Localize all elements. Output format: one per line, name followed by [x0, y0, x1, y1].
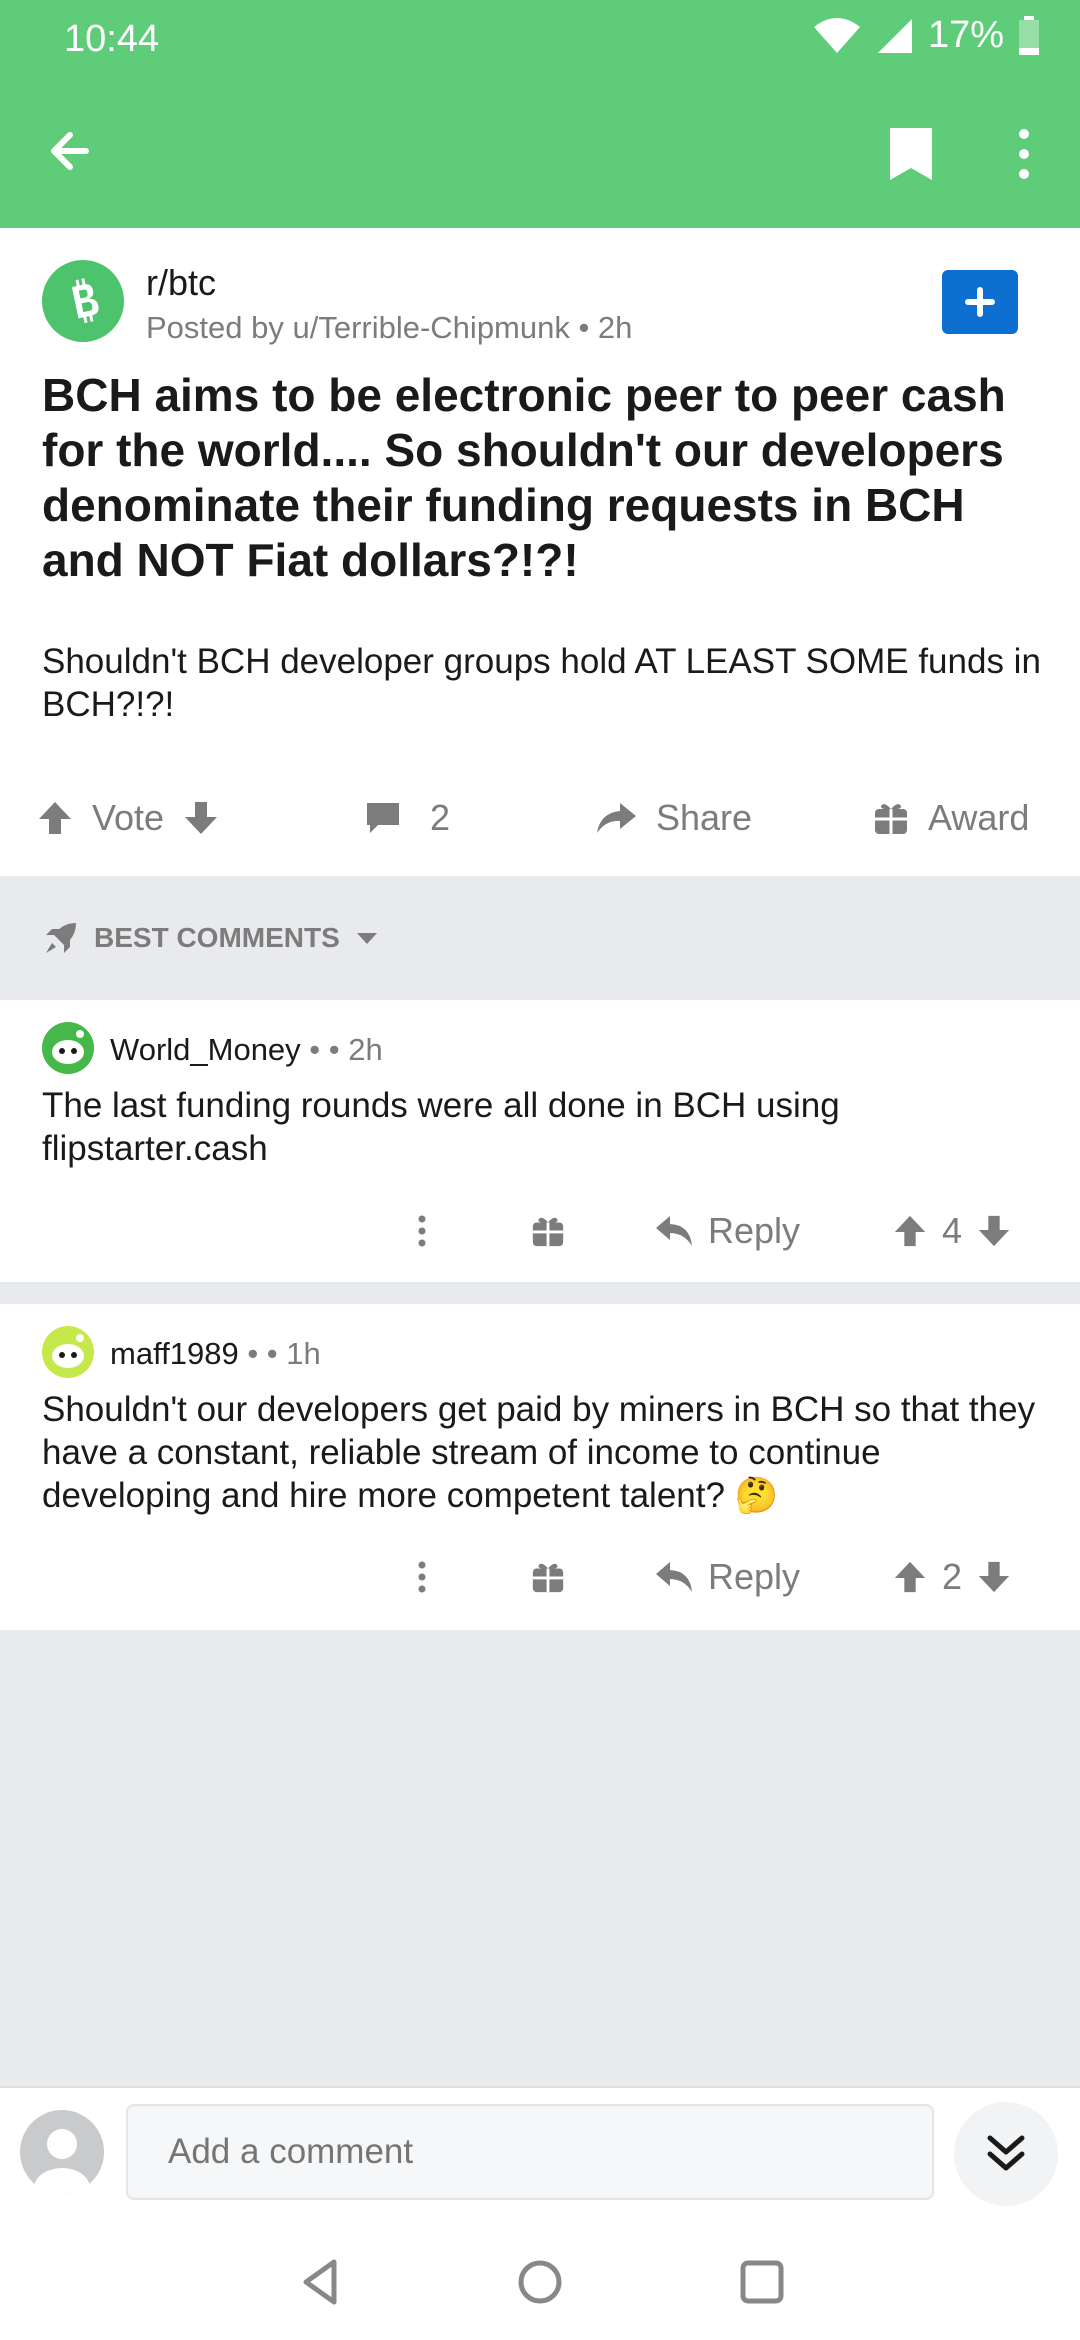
comment-composer	[0, 2086, 1080, 2220]
reply-button[interactable]: Reply	[654, 1196, 800, 1266]
more-options-icon[interactable]	[1006, 124, 1042, 184]
comment: World_Money • • 2h The last funding roun…	[0, 1000, 1080, 1282]
reply-label: Reply	[708, 1556, 801, 1597]
bookmark-icon[interactable]	[884, 124, 938, 184]
status-time: 10:44	[64, 18, 160, 60]
comment-body: The last funding rounds were all done in…	[42, 1086, 840, 1168]
upvote-icon[interactable]	[36, 799, 74, 837]
comment-author[interactable]: maff1989	[110, 1336, 239, 1371]
wifi-icon	[813, 17, 860, 53]
app-bar: 10:44 17%	[0, 0, 1080, 228]
reply-button[interactable]: Reply	[654, 1542, 800, 1612]
join-subreddit-button[interactable]	[942, 270, 1018, 334]
signal-icon	[877, 18, 912, 53]
reply-label: Reply	[708, 1210, 801, 1251]
share-arrow-icon	[597, 803, 636, 833]
vertical-dots-icon	[418, 1215, 426, 1247]
share-button[interactable]: Share	[594, 778, 752, 858]
avatar[interactable]	[42, 1326, 94, 1378]
back-arrow-icon[interactable]	[40, 118, 106, 184]
snoo-avatar-icon	[52, 1334, 84, 1368]
comment-actions: Reply 2	[0, 1542, 1080, 1612]
post-card: r/btc Posted by u/Terrible-Chipmunk • 2h…	[0, 228, 1080, 876]
comment-body: Shouldn't our developers get paid by min…	[42, 1390, 1036, 1515]
nav-recents-icon[interactable]	[734, 2254, 790, 2310]
jump-to-comments-button[interactable]	[954, 2102, 1058, 2206]
reply-arrow-icon	[656, 1216, 692, 1246]
gift-icon	[532, 1217, 564, 1247]
comment-vote-group: 2	[892, 1542, 1012, 1612]
meta-separator: • •	[300, 1032, 349, 1067]
comment-author[interactable]: World_Money	[110, 1032, 301, 1067]
comment-sort-selector[interactable]: BEST COMMENTS	[0, 876, 1080, 1000]
comment-bubble-icon	[367, 803, 399, 833]
status-icons: 17%	[812, 14, 1040, 57]
downvote-icon[interactable]	[182, 799, 220, 837]
comment-actions: Reply 4	[0, 1196, 1080, 1266]
downvote-icon[interactable]	[976, 1213, 1012, 1249]
upvote-icon[interactable]	[892, 1213, 928, 1249]
comment: maff1989 • • 1h Shouldn't our developers…	[0, 1304, 1080, 1630]
post-title: BCH aims to be electronic peer to peer c…	[42, 369, 1006, 586]
award-label: Award	[928, 797, 1030, 838]
gift-icon	[875, 804, 907, 834]
upvote-icon[interactable]	[892, 1559, 928, 1595]
comment-meta: World_Money • • 2h	[110, 1032, 383, 1068]
battery-percent: 17%	[927, 14, 1004, 56]
comment-score: 4	[942, 1210, 963, 1251]
comment-award-button[interactable]	[530, 1542, 566, 1612]
post-actions: Vote 2 Share Award	[0, 778, 1080, 858]
comment-vote-group: 4	[892, 1196, 1012, 1266]
nav-back-icon[interactable]	[294, 2254, 350, 2310]
comment-age: 2h	[348, 1032, 383, 1067]
default-user-icon	[34, 2129, 90, 2194]
post-author-line[interactable]: Posted by u/Terrible-Chipmunk • 2h	[146, 310, 632, 346]
bitcoin-cash-icon	[71, 278, 99, 324]
reply-arrow-icon	[656, 1562, 692, 1592]
avatar[interactable]	[42, 1022, 94, 1074]
share-label: Share	[656, 797, 753, 838]
subreddit-avatar[interactable]	[42, 260, 124, 342]
nav-home-icon[interactable]	[512, 2254, 568, 2310]
comment-score: 2	[942, 1556, 963, 1597]
add-comment-input[interactable]	[126, 2104, 934, 2200]
user-avatar[interactable]	[20, 2110, 104, 2194]
vote-group: Vote	[36, 778, 220, 858]
rocket-icon	[46, 923, 76, 953]
battery-icon	[1019, 15, 1039, 55]
comment-age: 1h	[286, 1336, 321, 1371]
comment-meta: maff1989 • • 1h	[110, 1336, 321, 1372]
double-chevron-down-icon	[987, 2135, 1025, 2171]
sort-label: BEST COMMENTS	[94, 922, 340, 953]
comment-award-button[interactable]	[530, 1196, 566, 1266]
system-nav-bar	[0, 2220, 1080, 2340]
post-body: Shouldn't BCH developer groups hold AT L…	[42, 642, 1041, 724]
meta-separator: • •	[238, 1336, 287, 1371]
plus-icon	[965, 287, 995, 317]
downvote-icon[interactable]	[976, 1559, 1012, 1595]
vote-label: Vote	[92, 797, 165, 838]
chevron-down-icon	[356, 933, 377, 944]
snoo-avatar-icon	[52, 1030, 84, 1064]
vertical-dots-icon	[418, 1561, 426, 1593]
comment-count: 2	[430, 797, 451, 838]
comment-more-button[interactable]	[404, 1542, 440, 1612]
award-button[interactable]: Award	[872, 778, 1029, 858]
subreddit-name[interactable]: r/btc	[146, 262, 216, 304]
gift-icon	[532, 1563, 564, 1593]
comment-more-button[interactable]	[404, 1196, 440, 1266]
comments-button[interactable]: 2	[364, 778, 450, 858]
